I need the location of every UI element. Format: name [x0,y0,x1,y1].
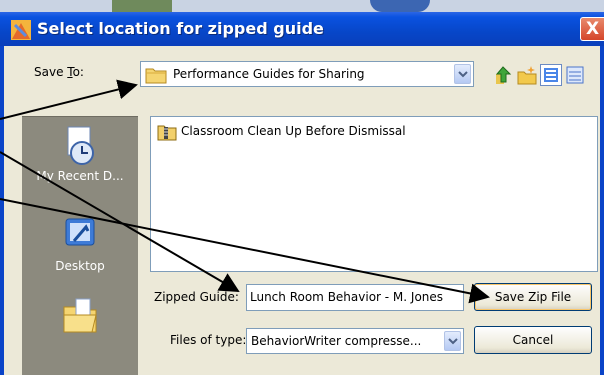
file-type-combo[interactable]: BehaviorWriter compresse... [246,328,464,354]
list-view-glyph [544,68,558,82]
save-to-label: Save To: [34,65,84,79]
title-bar[interactable]: Select location for zipped guide X [0,12,604,46]
place-label: My Recent D... [36,169,124,183]
files-of-type-label: Files of type: [170,333,247,347]
up-folder-icon[interactable] [492,64,514,86]
file-type-dropdown-button[interactable] [444,331,461,351]
chevron-down-icon [458,71,468,78]
place-recent[interactable]: My Recent D... [22,125,138,183]
zipped-guide-input[interactable]: Lunch Room Behavior - M. Jones [246,284,464,311]
file-name: Classroom Clean Up Before Dismissal [181,124,406,138]
location-combo[interactable]: Performance Guides for Sharing [140,61,474,87]
place-label: Desktop [55,259,105,273]
recent-documents-icon [67,126,94,165]
file-type-value: BehaviorWriter compresse... [251,334,422,348]
chevron-down-icon [448,338,458,345]
save-zip-file-button[interactable]: Save Zip File [474,283,592,311]
list-view-icon[interactable] [540,64,562,86]
new-folder-icon[interactable] [516,64,538,86]
place-my-documents[interactable] [22,293,138,337]
zipped-guide-label: Zipped Guide: [154,290,239,304]
app-icon [11,20,31,40]
background-window-strip [0,0,604,12]
my-documents-icon [63,298,97,333]
background-fragment [112,0,172,12]
details-view-icon[interactable] [564,64,586,86]
location-dropdown-button[interactable] [454,64,471,84]
close-button[interactable]: X [580,17,604,41]
cancel-button[interactable]: Cancel [474,326,592,354]
zip-file-icon [157,125,177,141]
location-value: Performance Guides for Sharing [173,67,365,81]
folder-icon [145,68,167,84]
place-desktop[interactable]: Desktop [22,215,138,273]
desktop-icon [65,218,95,246]
dialog-title: Select location for zipped guide [37,19,324,38]
places-bar: My Recent D... Desktop [22,116,138,375]
background-fragment [370,0,430,12]
file-list[interactable]: Classroom Clean Up Before Dismissal [150,116,598,272]
